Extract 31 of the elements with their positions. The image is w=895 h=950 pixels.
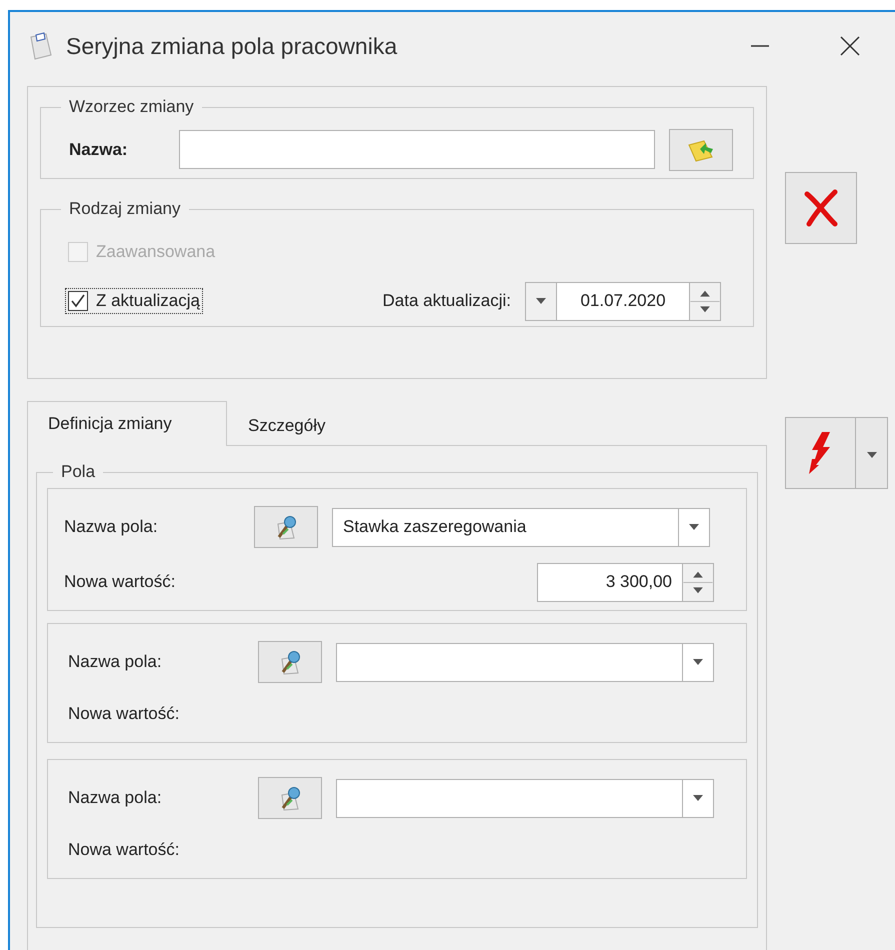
group-title: Rodzaj zmiany xyxy=(68,199,182,219)
name-input-field[interactable] xyxy=(179,130,655,169)
date-label: Data aktualizacji: xyxy=(382,291,511,312)
name-label: Nazwa: xyxy=(69,140,129,160)
group-title: Pola xyxy=(60,462,96,482)
pick-field-button[interactable] xyxy=(258,777,322,819)
cancel-button[interactable] xyxy=(785,172,857,244)
field-combo-box[interactable] xyxy=(336,778,714,818)
checkbox[interactable]: Z aktualizacją xyxy=(65,288,203,314)
tab[interactable]: Definicja zmiany xyxy=(27,401,227,446)
field-combo-box[interactable]: Stawka zaszeregowania xyxy=(332,508,710,546)
field-name-label: Nazwa pola: xyxy=(68,652,163,672)
run-split-button[interactable] xyxy=(785,417,888,489)
minimize-icon xyxy=(749,45,771,47)
new-value-label: Nowa wartość: xyxy=(68,704,180,724)
new-value-label: Nowa wartość: xyxy=(68,840,180,860)
pick-field-button[interactable] xyxy=(254,506,318,548)
pick-field-button[interactable] xyxy=(258,641,322,683)
caret-icon xyxy=(693,659,703,665)
field-combo-box[interactable] xyxy=(336,642,714,682)
close-icon xyxy=(839,35,861,57)
group-title: Wzorzec zmiany xyxy=(68,97,195,117)
field-name-label: Nazwa pola: xyxy=(68,788,163,808)
new-value-label: Nowa wartość: xyxy=(64,572,176,592)
caret-icon xyxy=(689,524,699,530)
caret-icon xyxy=(866,452,876,458)
window-title: Seryjna zmiana pola pracownika xyxy=(66,32,398,60)
tab[interactable]: Szczegóły xyxy=(227,406,346,445)
caret-icon xyxy=(693,795,703,801)
document-icon xyxy=(28,31,54,61)
field-name-label: Nazwa pola: xyxy=(64,517,159,537)
